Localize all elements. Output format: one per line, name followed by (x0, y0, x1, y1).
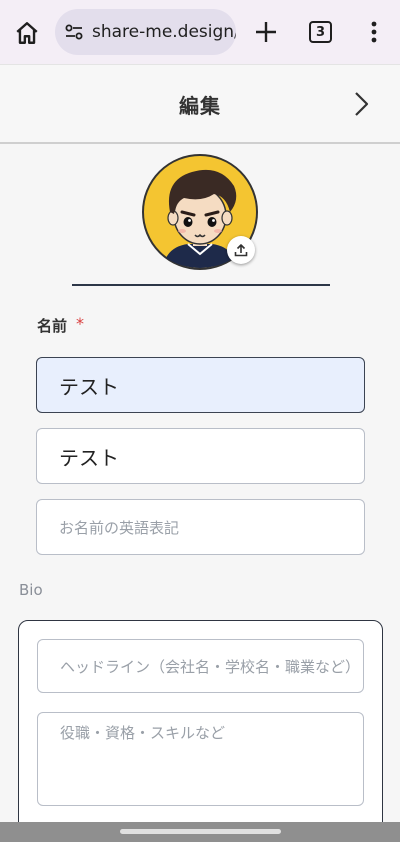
name-input[interactable]: テスト (36, 357, 365, 413)
tab-switcher-button[interactable]: 3 (309, 21, 332, 43)
more-vert-icon (371, 21, 377, 43)
url-text: share-me.design/ (92, 22, 236, 42)
required-mark: * (76, 314, 84, 333)
app-header: 編集 (0, 64, 400, 144)
tab-count: 3 (315, 24, 326, 40)
tune-icon[interactable] (64, 22, 84, 42)
headline-input[interactable]: ヘッドライン（会社名・学校名・職業など） (37, 639, 364, 693)
plus-icon[interactable] (252, 18, 280, 46)
address-bar[interactable]: share-me.design/ (55, 9, 236, 55)
bio-label: Bio (19, 581, 43, 599)
browser-toolbar: share-me.design/ 3 (0, 0, 400, 64)
page-title: 編集 (179, 94, 221, 118)
name-label: 名前 (37, 317, 68, 335)
role-skills-textarea[interactable]: 役職・資格・スキルなど (37, 712, 364, 806)
name-kana-input[interactable]: テスト (36, 428, 365, 484)
avatar-divider (72, 284, 330, 286)
home-icon (16, 22, 38, 44)
gesture-handle[interactable] (120, 829, 281, 834)
upload-icon (234, 244, 248, 257)
menu-button[interactable] (362, 18, 386, 46)
home-button[interactable] (12, 18, 42, 48)
avatar-upload-button[interactable] (227, 236, 255, 264)
chevron-right-icon[interactable] (350, 90, 374, 118)
name-english-input[interactable]: お名前の英語表記 (36, 499, 365, 555)
